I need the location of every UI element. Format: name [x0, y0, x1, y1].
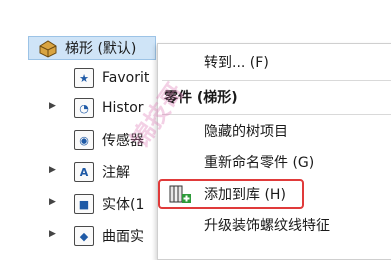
menu-header-part: 零件 (梯形) — [158, 82, 391, 112]
expand-arrow-icon[interactable]: ▶ — [49, 197, 56, 207]
highlight-annotation-box — [158, 179, 304, 209]
tree-item-sensors[interactable]: ◉ 传感器 — [74, 127, 144, 153]
tree-item-annotations[interactable]: A 注解 — [74, 159, 130, 185]
star-folder-icon: ★ — [74, 68, 94, 88]
expand-arrow-icon[interactable]: ▶ — [49, 101, 56, 111]
menu-item-rename-part[interactable]: 重新命名零件 (G) — [158, 147, 391, 177]
part-icon — [39, 40, 57, 58]
tree-item-solid-bodies[interactable]: ■ 实体(1 — [74, 191, 144, 217]
tree-item-favorites[interactable]: ★ Favorit — [74, 65, 149, 91]
tree-item-label: 注解 — [102, 165, 130, 181]
tree-item-label: 曲面实 — [102, 229, 144, 245]
menu-header-label: 零件 (梯形) — [164, 90, 238, 106]
menu-item-label: 重新命名零件 (G) — [204, 155, 315, 171]
menu-item-label: 转到... (F) — [204, 55, 269, 71]
tree-item-label: 传感器 — [102, 133, 144, 149]
menu-item-label: 升级装饰螺纹线特征 — [204, 218, 330, 234]
menu-item-goto[interactable]: 转到... (F) — [158, 47, 391, 77]
root-part-item[interactable]: 梯形 (默认) — [28, 36, 156, 60]
tree-item-surface-bodies[interactable]: ◆ 曲面实 — [74, 223, 144, 249]
tree-item-label: 实体(1 — [102, 197, 145, 213]
surface-bodies-folder-icon: ◆ — [74, 226, 94, 246]
context-menu: 转到... (F) 零件 (梯形) 隐藏的树项目 重新命名零件 (G) 添加到库… — [157, 43, 391, 260]
menu-item-label: 隐藏的树项目 — [204, 124, 288, 140]
menu-item-upgrade-cosmetic-thread[interactable]: 升级装饰螺纹线特征 — [158, 210, 391, 240]
expand-arrow-icon[interactable]: ▶ — [49, 229, 56, 239]
root-part-label: 梯形 (默认) — [65, 41, 137, 57]
menu-item-hidden-tree-items[interactable]: 隐藏的树项目 — [158, 116, 391, 146]
annotation-folder-icon: A — [74, 162, 94, 182]
tree-item-label: Histor — [102, 100, 144, 116]
history-folder-icon: ◔ — [74, 98, 94, 118]
solid-bodies-folder-icon: ■ — [74, 194, 94, 214]
tree-item-history[interactable]: ◔ Histor — [74, 95, 144, 121]
menu-separator — [162, 114, 391, 115]
expand-arrow-icon[interactable]: ▶ — [49, 165, 56, 175]
tree-item-label: Favorit — [102, 70, 150, 86]
menu-separator — [162, 80, 391, 81]
sensor-folder-icon: ◉ — [74, 130, 94, 150]
